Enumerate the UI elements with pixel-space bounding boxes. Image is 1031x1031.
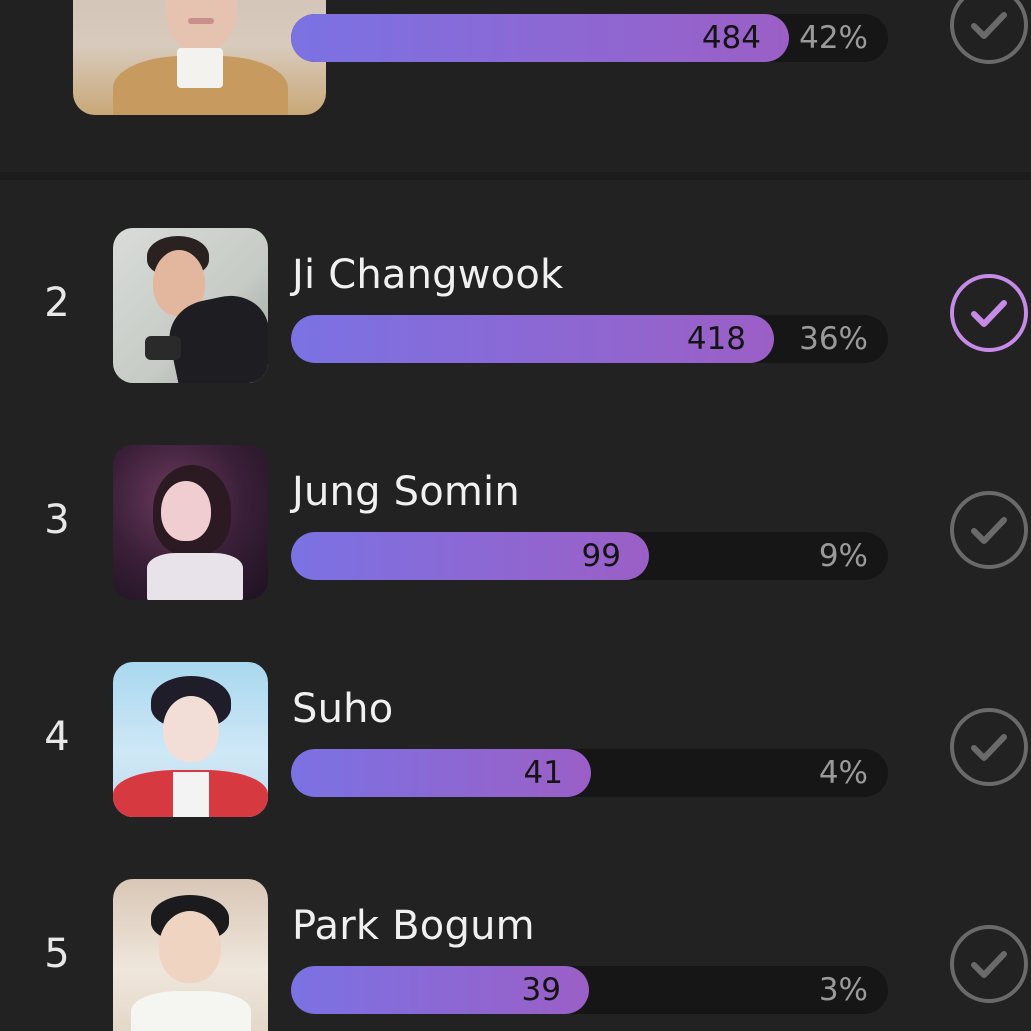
list-item-rank-4: 4 Suho 41 4%: [0, 662, 1031, 832]
check-circle-icon[interactable]: [948, 706, 1030, 788]
rank-number: 5: [44, 931, 70, 977]
rank-number: 2: [44, 280, 70, 326]
list-item-rank-2: 2 Ji Changwook 418 36%: [0, 228, 1031, 398]
vote-percent: 36%: [799, 321, 868, 357]
vote-progress-bar: 99 9%: [291, 532, 888, 580]
list-item-rank-3: 3 Jung Somin 99 9%: [0, 445, 1031, 615]
section-divider: [0, 172, 1031, 180]
candidate-photo: [113, 662, 268, 817]
list-item-rank-5: 5 Park Bogum 39 3%: [0, 879, 1031, 1031]
vote-progress-bar: 39 3%: [291, 966, 888, 1014]
list-item-rank-1: 484 42%: [0, 0, 1031, 172]
vote-percent: 9%: [818, 538, 868, 574]
vote-results-list: 484 42% 2 Ji Changwook 418 36% 3 Jung So…: [0, 0, 1031, 1031]
rank-number: 3: [44, 497, 70, 543]
vote-progress-bar: 41 4%: [291, 749, 888, 797]
vote-percent: 4%: [818, 755, 868, 791]
vote-count: 418: [686, 321, 746, 357]
check-circle-icon[interactable]: [948, 489, 1030, 571]
vote-percent: 3%: [818, 972, 868, 1008]
vote-percent: 42%: [799, 20, 868, 56]
vote-count: 41: [523, 755, 563, 791]
check-circle-icon[interactable]: [948, 0, 1030, 66]
vote-progress-bar: 418 36%: [291, 315, 888, 363]
candidate-name: Suho: [292, 686, 394, 732]
check-circle-icon[interactable]: [948, 272, 1030, 354]
candidate-photo: [73, 0, 326, 115]
candidate-name: Ji Changwook: [292, 252, 564, 298]
candidate-photo: [113, 879, 268, 1031]
candidate-photo: [113, 228, 268, 383]
vote-count: 39: [521, 972, 561, 1008]
vote-count: 484: [701, 20, 761, 56]
candidate-name: Jung Somin: [292, 469, 520, 515]
rank-number: 4: [44, 714, 70, 760]
candidate-photo: [113, 445, 268, 600]
vote-progress-bar: 484 42%: [291, 14, 888, 62]
vote-count: 99: [581, 538, 621, 574]
check-circle-icon[interactable]: [948, 923, 1030, 1005]
candidate-name: Park Bogum: [292, 903, 535, 949]
